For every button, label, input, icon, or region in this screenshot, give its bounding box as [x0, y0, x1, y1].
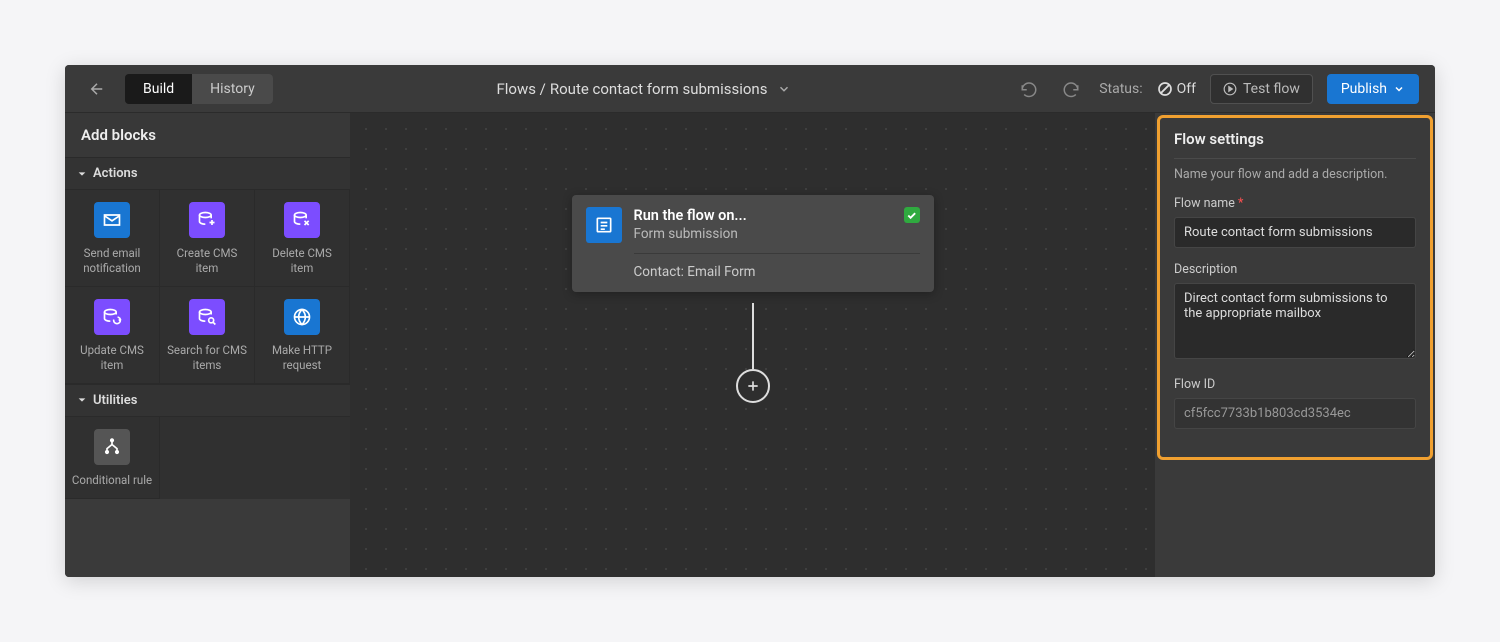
top-bar: Build History Flows / Route contact form…	[65, 65, 1435, 113]
chevron-down-icon	[1393, 83, 1405, 95]
connector-line	[752, 303, 754, 369]
publish-label: Publish	[1341, 81, 1387, 97]
database-x-icon	[284, 202, 320, 238]
check-icon	[904, 207, 920, 223]
branch-icon	[94, 429, 130, 465]
chevron-down-icon	[777, 82, 791, 96]
flow-canvas[interactable]: Run the flow on... Form submission Conta…	[350, 113, 1155, 577]
node-title: Run the flow on...	[634, 207, 892, 224]
breadcrumb-flow-name: Route contact form submissions	[550, 80, 768, 98]
utilities-grid: Conditional rule	[65, 417, 350, 499]
actions-grid: Send email notification Create CMS item …	[65, 190, 350, 384]
status-text: Off	[1177, 81, 1196, 97]
block-update-cms[interactable]: Update CMS item	[65, 287, 160, 384]
block-conditional[interactable]: Conditional rule	[65, 417, 160, 499]
tab-history[interactable]: History	[192, 74, 273, 104]
block-label: Delete CMS item	[261, 246, 343, 276]
block-delete-cms[interactable]: Delete CMS item	[255, 190, 350, 287]
test-flow-button[interactable]: Test flow	[1210, 74, 1313, 104]
globe-icon	[284, 299, 320, 335]
topbar-actions: Status: Off Test flow Publish	[1015, 74, 1419, 104]
flow-name-input[interactable]	[1174, 217, 1416, 248]
mail-icon	[94, 202, 130, 238]
flow-id-input[interactable]	[1174, 398, 1416, 429]
play-icon	[1223, 82, 1237, 96]
section-utilities[interactable]: Utilities	[65, 384, 350, 417]
tab-group: Build History	[125, 74, 273, 104]
database-search-icon	[189, 299, 225, 335]
block-label: Send email notification	[71, 246, 153, 276]
block-label: Update CMS item	[71, 343, 153, 373]
undo-button[interactable]	[1015, 75, 1043, 103]
database-plus-icon	[189, 202, 225, 238]
section-actions[interactable]: Actions	[65, 157, 350, 190]
trigger-node[interactable]: Run the flow on... Form submission Conta…	[572, 195, 934, 292]
block-label: Search for CMS items	[166, 343, 248, 373]
node-body: Contact: Email Form	[634, 253, 920, 292]
app-window: Build History Flows / Route contact form…	[65, 65, 1435, 577]
redo-button[interactable]	[1057, 75, 1085, 103]
settings-sidebar: Flow settings Name your flow and add a d…	[1155, 113, 1435, 577]
publish-button[interactable]: Publish	[1327, 74, 1419, 104]
caret-down-icon	[77, 395, 87, 405]
redo-icon	[1062, 80, 1080, 98]
back-button[interactable]	[81, 73, 113, 105]
status-value[interactable]: Off	[1157, 81, 1196, 97]
section-actions-label: Actions	[93, 166, 138, 181]
flow-name-label: Flow name *	[1174, 196, 1416, 211]
block-label: Create CMS item	[166, 246, 248, 276]
block-send-email[interactable]: Send email notification	[65, 190, 160, 287]
arrow-left-icon	[88, 80, 106, 98]
node-header: Run the flow on... Form submission	[572, 195, 934, 253]
add-node-button[interactable]	[736, 369, 770, 403]
settings-subtitle: Name your flow and add a description.	[1174, 167, 1416, 182]
test-flow-label: Test flow	[1243, 81, 1300, 97]
block-create-cms[interactable]: Create CMS item	[160, 190, 255, 287]
database-refresh-icon	[94, 299, 130, 335]
node-subtitle: Form submission	[634, 226, 892, 242]
form-icon	[586, 207, 622, 243]
flow-id-label: Flow ID	[1174, 377, 1416, 392]
block-label: Make HTTP request	[261, 343, 343, 373]
flow-settings-panel: Flow settings Name your flow and add a d…	[1157, 115, 1433, 460]
settings-title: Flow settings	[1174, 130, 1416, 159]
breadcrumb-prefix: Flows /	[496, 80, 545, 98]
undo-icon	[1020, 80, 1038, 98]
block-http-request[interactable]: Make HTTP request	[255, 287, 350, 384]
node-title-wrap: Run the flow on... Form submission	[634, 207, 892, 242]
description-label: Description	[1174, 262, 1416, 277]
tab-build[interactable]: Build	[125, 74, 192, 104]
plus-icon	[745, 378, 761, 394]
description-textarea[interactable]: Direct contact form submissions to the a…	[1174, 283, 1416, 359]
main-area: Add blocks Actions Send email notificati…	[65, 113, 1435, 577]
caret-down-icon	[77, 169, 87, 179]
status-label: Status:	[1099, 81, 1142, 97]
blocks-panel-title: Add blocks	[65, 113, 350, 157]
block-search-cms[interactable]: Search for CMS items	[160, 287, 255, 384]
breadcrumb[interactable]: Flows / Route contact form submissions	[285, 80, 1004, 98]
off-icon	[1157, 81, 1173, 97]
block-label: Conditional rule	[72, 473, 152, 488]
section-utilities-label: Utilities	[93, 393, 137, 408]
blocks-panel: Add blocks Actions Send email notificati…	[65, 113, 350, 577]
